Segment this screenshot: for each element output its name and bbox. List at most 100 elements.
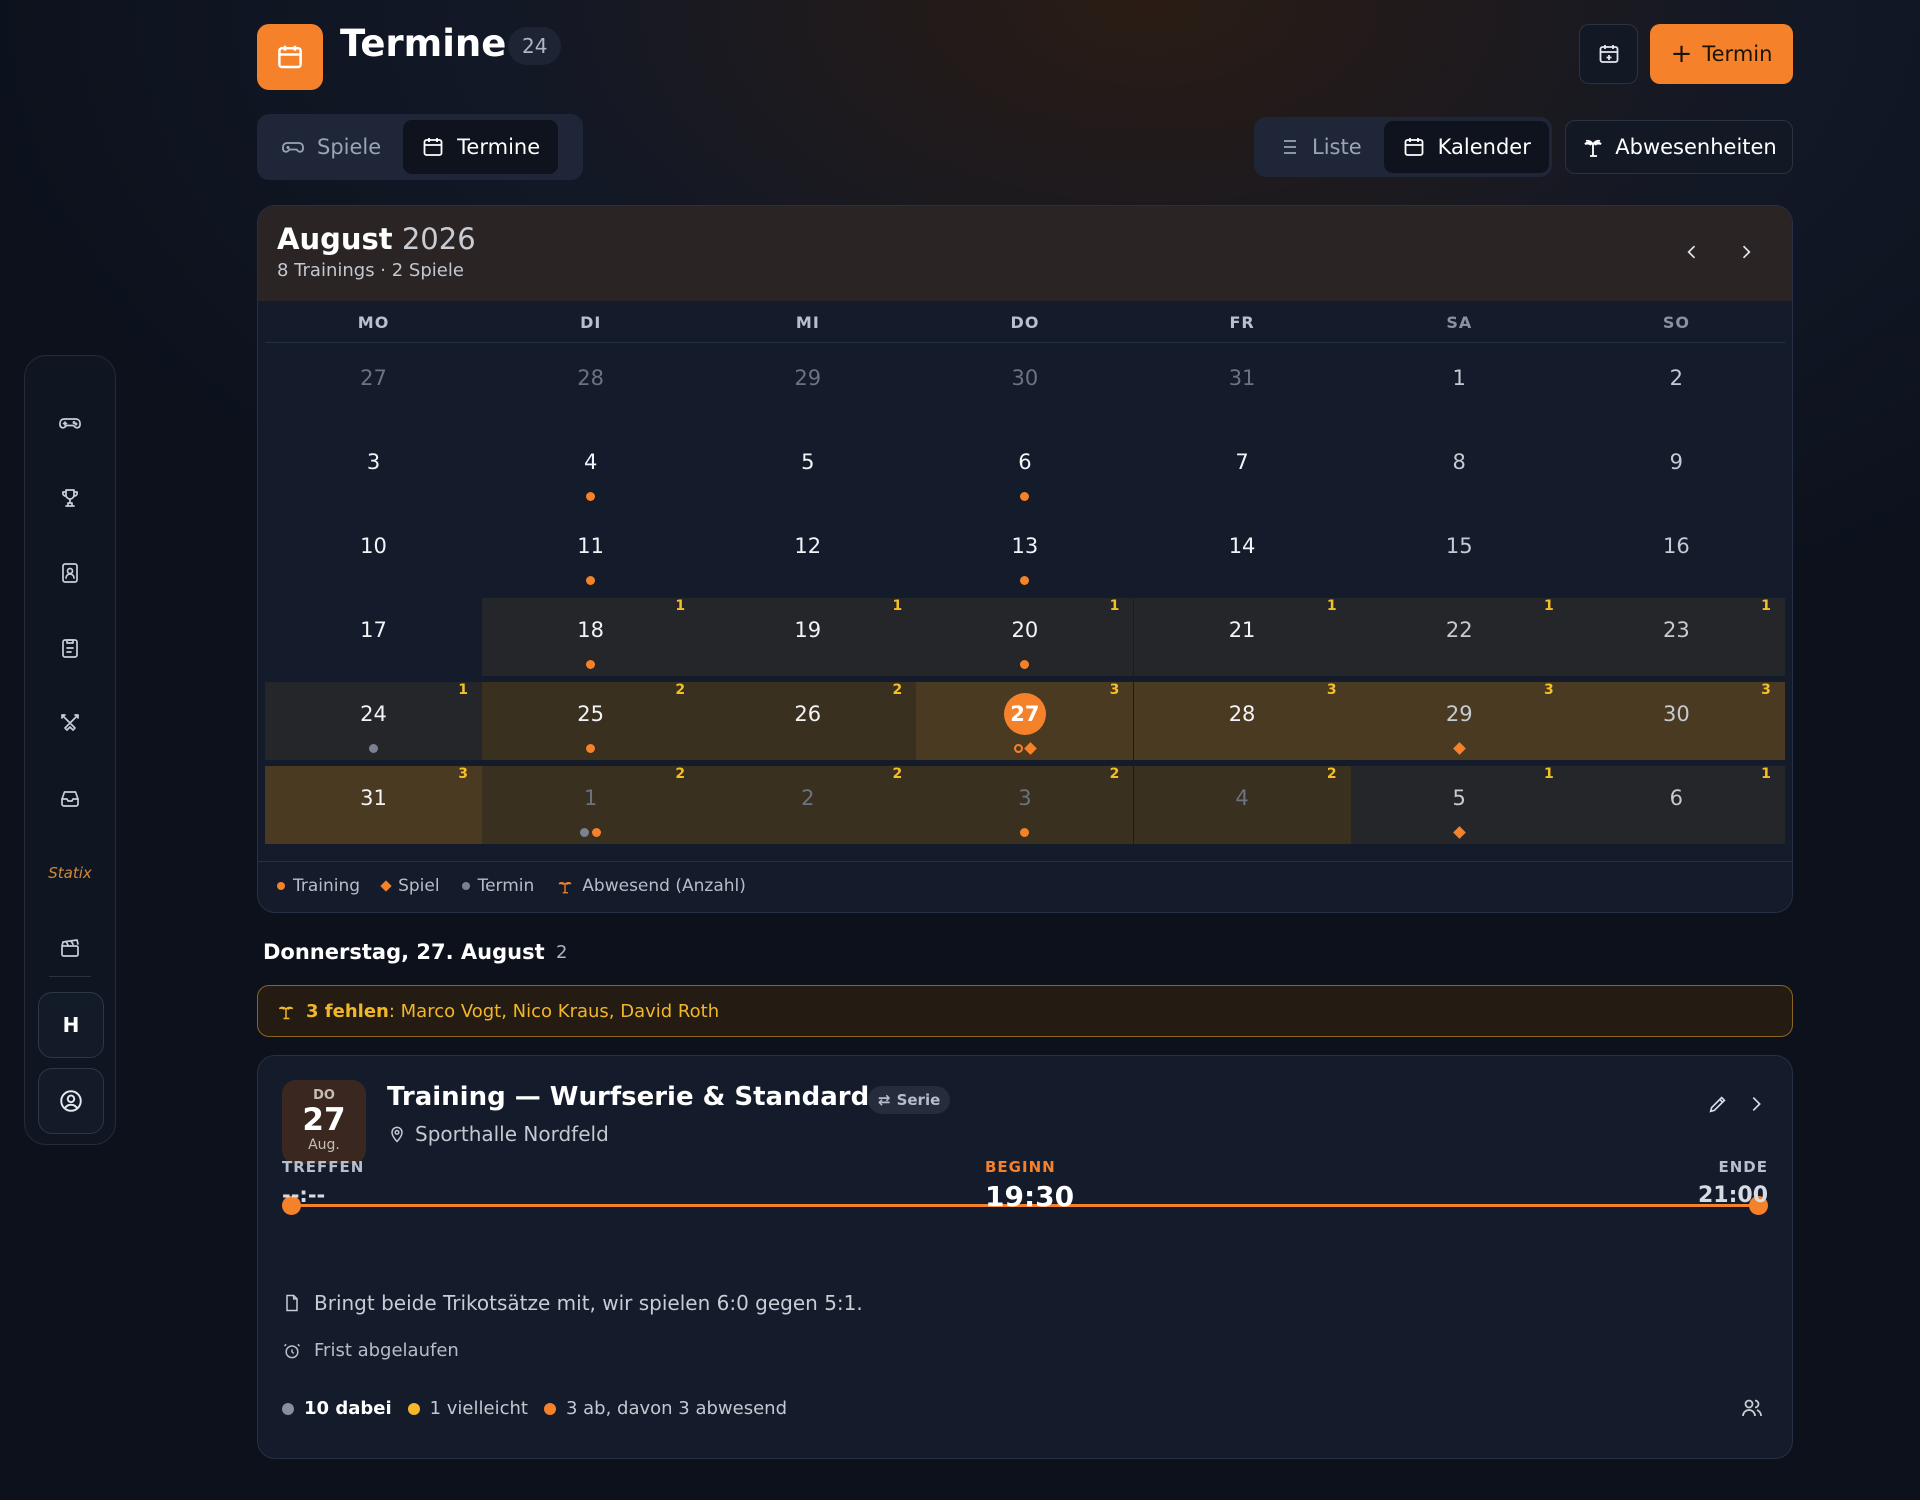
calendar-day[interactable]: 1 [1351,346,1568,424]
sidebar-item-games[interactable] [48,401,92,445]
event-date-chip: DO 27 Aug. [282,1080,366,1164]
calendar-day[interactable]: 8 [1351,430,1568,508]
event-note-text: Bringt beide Trikotsätze mit, wir spiele… [314,1291,863,1315]
rsvp-no-dot-icon [543,1402,556,1415]
event-day: 27 [302,1102,346,1138]
calendar-day[interactable]: 5 [699,430,916,508]
swords-icon [61,714,79,731]
event-card[interactable]: DO 27 Aug. Training — Wurfserie & Standa… [257,1055,1793,1459]
team-switcher-button[interactable]: H [38,992,104,1058]
day-number-text: 22 [1445,618,1473,642]
sidebar-item-trophies[interactable] [48,476,92,520]
day-number: 24 [265,702,482,726]
next-month-button[interactable] [1730,236,1762,268]
sidebar-item-tasks[interactable] [48,626,92,670]
add-event-button[interactable]: + Termin [1650,24,1793,84]
calendar-day[interactable]: 22 [699,766,917,844]
calendar-day[interactable]: 42 [1133,766,1351,844]
day-number: 22 [1351,618,1568,642]
calendar-day[interactable]: 32 [916,766,1134,844]
absent-count-badge: 2 [892,766,903,782]
calendar-day[interactable]: 61 [1567,766,1785,844]
calendar-day[interactable]: 16 [1568,514,1785,592]
calendar-day[interactable]: 19 1 [699,598,917,676]
calendar-day[interactable]: 2 [1568,346,1785,424]
sidebar-item-inbox[interactable] [48,776,92,820]
calendar-day[interactable]: 17 [265,598,482,676]
sidebar-item-videos[interactable] [48,926,92,970]
type-tabs: Spiele Termine [257,114,583,180]
calendar-day-today[interactable]: 27 3 [916,682,1134,760]
day-number-text: 20 [1011,618,1039,642]
edit-event-button[interactable] [1703,1089,1733,1119]
calendar-day[interactable]: 24 1 [265,682,482,760]
sidebar-item-statix[interactable]: Statix [48,851,92,895]
day-event-markers [916,574,1133,586]
sidebar-item-tactics[interactable] [48,701,92,745]
calendar-day[interactable]: 22 1 [1350,598,1568,676]
calendar-day[interactable]: 30 [916,346,1133,424]
calendar-day[interactable]: 9 [1568,430,1785,508]
event-location: Sporthalle Nordfeld [387,1122,609,1146]
calendar-day[interactable]: 3 [265,430,482,508]
calendar-day[interactable]: 12 [699,514,916,592]
rsvp-maybe: 1 vielleicht [429,1398,528,1419]
calendar-day[interactable]: 18 1 [482,598,700,676]
calendar-day[interactable]: 11 [482,514,699,592]
calendar-day[interactable]: 14 [1134,514,1351,592]
calendar-day[interactable]: 31 3 [265,766,482,844]
open-event-button[interactable] [1741,1089,1771,1119]
day-event-markers [482,742,699,754]
participants-button[interactable] [1740,1396,1768,1424]
subscribe-calendar-button[interactable] [1579,24,1638,84]
profile-button[interactable] [38,1068,104,1134]
calendar-day[interactable]: 51 [1350,766,1568,844]
view-calendar-label: Kalender [1437,135,1531,159]
inbox-icon [61,791,79,807]
calendar-day[interactable]: 31 [1134,346,1351,424]
calendar-day[interactable]: 23 1 [1567,598,1785,676]
calendar-day[interactable]: 27 [265,346,482,424]
day-number: 15 [1351,534,1568,558]
sidebar-item-roster[interactable] [48,551,92,595]
day-number: 13 [916,534,1133,558]
calendar-day[interactable]: 30 3 [1567,682,1785,760]
calendar-day[interactable]: 20 1 [916,598,1134,676]
start-time: 19:30 [985,1180,1075,1213]
calendar-day[interactable]: 10 [265,514,482,592]
day-number: 26 [699,702,916,726]
view-list[interactable]: Liste [1258,121,1380,173]
appointment-dot-icon [580,827,590,837]
sidebar-divider [49,976,91,977]
tab-games[interactable]: Spiele [263,120,399,174]
absent-count-badge: 1 [1109,598,1120,614]
prev-month-button[interactable] [1676,236,1708,268]
calendar-day[interactable]: 28 [482,346,699,424]
calendar-day[interactable]: 29 3 [1350,682,1568,760]
document-icon [286,1294,298,1312]
add-event-label: Termin [1702,42,1773,66]
day-number-text: 30 [1011,366,1039,390]
view-calendar[interactable]: Kalender [1383,121,1549,173]
calendar-day[interactable]: 25 2 [482,682,700,760]
calendar-day[interactable]: 26 2 [699,682,917,760]
calendar-day[interactable]: 6 [916,430,1133,508]
calendar-day[interactable]: 15 [1351,514,1568,592]
day-number: 6 [1568,786,1785,810]
calendar-day[interactable]: 29 [699,346,916,424]
list-icon [1280,140,1296,154]
day-number-text: 3 [1018,786,1032,810]
calendar-day[interactable]: 12 [482,766,700,844]
rsvp-yes-dot-icon [282,1402,294,1415]
tab-events[interactable]: Termine [403,120,559,174]
calendar-day[interactable]: 13 [916,514,1133,592]
weekday-so: SO [1662,313,1690,332]
calendar-day[interactable]: 28 3 [1133,682,1351,760]
absences-button[interactable]: Abwesenheiten [1565,120,1793,174]
view-switch: Liste Kalender [1254,117,1552,177]
calendar-day[interactable]: 4 [482,430,699,508]
absent-count-badge: 1 [892,598,903,614]
calendar-day[interactable]: 7 [1134,430,1351,508]
calendar-day[interactable]: 21 1 [1133,598,1351,676]
count-badge: 24 [508,27,562,65]
